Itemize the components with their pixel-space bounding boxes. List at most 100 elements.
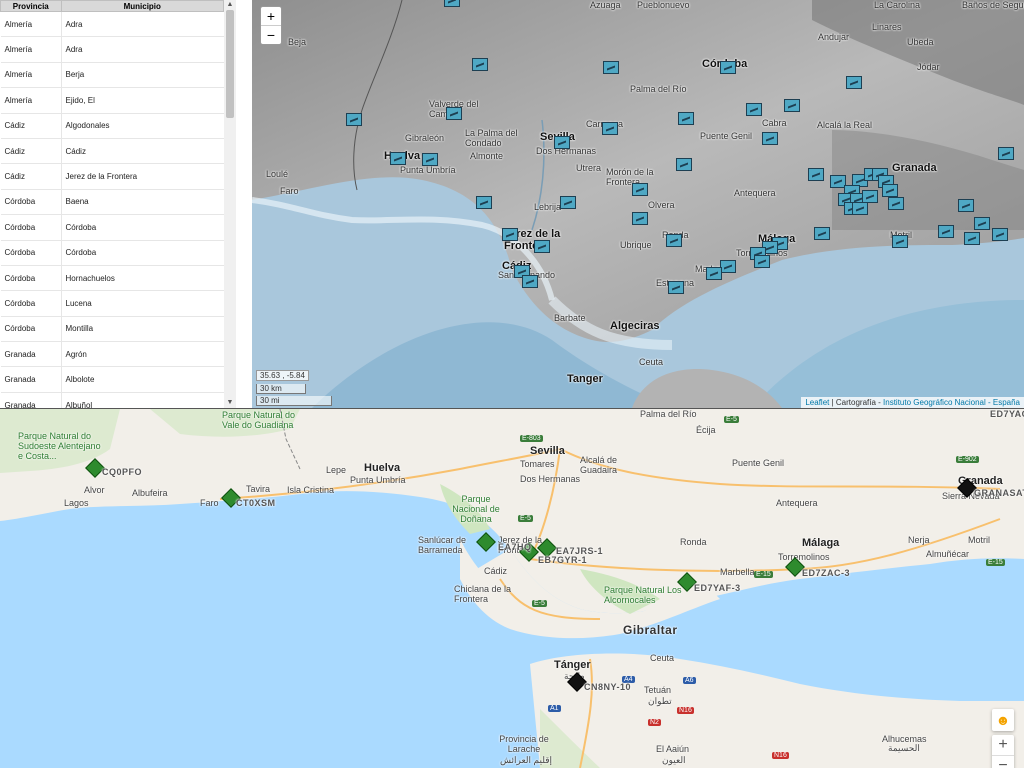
station-marker-icon[interactable]: [974, 217, 990, 230]
station-marker-icon[interactable]: [720, 61, 736, 74]
table-row[interactable]: Córdoba Hornachuelos: [0, 265, 224, 292]
station-marker-icon[interactable]: [602, 122, 618, 135]
callsign-eb7gyr[interactable]: EB7GYR-1: [538, 555, 587, 565]
station-marker-icon[interactable]: [892, 235, 908, 248]
station-marker-icon[interactable]: [666, 234, 682, 247]
label-lepe: Lepe: [326, 465, 347, 475]
map-label-banos-segura: Baños de Segura: [962, 0, 1024, 10]
station-marker-icon[interactable]: [784, 99, 800, 112]
scroll-down-arrow-icon[interactable]: ▼: [224, 398, 236, 408]
station-marker-icon[interactable]: [472, 58, 488, 71]
station-marker-icon[interactable]: [476, 196, 492, 209]
station-marker-icon[interactable]: [446, 107, 462, 120]
station-marker-icon[interactable]: [958, 199, 974, 212]
map-label-puente-genil: Puente Genil: [700, 131, 753, 141]
station-marker-icon[interactable]: [422, 153, 438, 166]
callsign-ed7yaf[interactable]: ED7YAF-3: [694, 583, 741, 593]
table-row[interactable]: Córdoba Lucena: [0, 290, 224, 317]
station-marker-icon[interactable]: [938, 225, 954, 238]
cell-provincia: Almería: [0, 62, 62, 89]
station-marker-icon[interactable]: [632, 183, 648, 196]
label-huelva: Huelva: [364, 462, 401, 474]
map-label-ubeda: Ubeda: [907, 37, 934, 47]
table-row[interactable]: Almería Adra: [0, 11, 224, 38]
table-row[interactable]: Granada Agrón: [0, 341, 224, 368]
station-marker-icon[interactable]: [603, 61, 619, 74]
station-marker-icon[interactable]: [676, 158, 692, 171]
cell-provincia: Córdoba: [0, 214, 62, 241]
callsign-ea7hq[interactable]: EA7HQ: [498, 542, 532, 552]
zoom-in-button[interactable]: +: [261, 7, 281, 25]
callsign-ed7yag[interactable]: ED7YAG: [990, 409, 1024, 419]
label-pn-alcornocales: Parque Natural Los Alcornocales: [604, 585, 682, 605]
map-label-palma-rio: Palma del Río: [630, 84, 687, 94]
station-marker-icon[interactable]: [852, 202, 868, 215]
station-marker-icon[interactable]: [762, 132, 778, 145]
station-marker-icon[interactable]: [560, 196, 576, 209]
station-marker-icon[interactable]: [554, 136, 570, 149]
label-alvor: Alvor: [84, 485, 105, 495]
map-label-punta-umbria: Punta Umbría: [400, 165, 456, 175]
station-marker-icon[interactable]: [754, 255, 770, 268]
station-marker-icon[interactable]: [678, 112, 694, 125]
table-row[interactable]: Córdoba Montilla: [0, 316, 224, 343]
map-label-azuaga: Azuaga: [590, 0, 621, 10]
callsign-cq0pfo[interactable]: CQ0PFO: [102, 467, 142, 477]
station-marker-icon[interactable]: [998, 147, 1014, 160]
callsign-ct0xsm[interactable]: CT0XSM: [236, 498, 276, 508]
station-marker-icon[interactable]: [390, 152, 406, 165]
table-row[interactable]: Granada Albolote: [0, 366, 224, 393]
table-row[interactable]: Almería Adra: [0, 36, 224, 63]
scroll-up-arrow-icon[interactable]: ▲: [224, 0, 236, 10]
table-row[interactable]: Almería Berja: [0, 62, 224, 89]
aprs-map[interactable]: Parque Natural do Sudoeste Alentejano e …: [0, 409, 1024, 768]
callsign-granasat[interactable]: GRANASAT: [974, 488, 1024, 498]
scroll-thumb[interactable]: [226, 10, 234, 118]
table-scrollbar[interactable]: ▲ ▼: [224, 0, 236, 408]
ign-link[interactable]: Instituto Geográfico Nacional - España: [883, 398, 1020, 407]
table-row[interactable]: Córdoba Córdoba: [0, 240, 224, 266]
label-ronda: Ronda: [680, 537, 707, 547]
street-view-pegman-icon[interactable]: ☻: [992, 709, 1014, 731]
station-marker-icon[interactable]: [888, 197, 904, 210]
label-el-aaiun: El Aaiún: [656, 744, 690, 754]
table-row[interactable]: Córdoba Córdoba: [0, 214, 224, 241]
table-row[interactable]: Cádiz Jerez de la Frontera: [0, 163, 224, 190]
leaflet-link[interactable]: Leaflet: [805, 398, 829, 407]
callsign-cn8ny[interactable]: CN8NY-10: [584, 682, 631, 692]
column-header-provincia[interactable]: Provincia: [0, 0, 62, 12]
station-marker-icon[interactable]: [814, 227, 830, 240]
map-label-pueblonuevo: Pueblonuevo: [637, 0, 690, 10]
station-marker-icon[interactable]: [720, 260, 736, 273]
cell-municipio: Baena: [61, 189, 224, 216]
table-row[interactable]: Cádiz Algodonales: [0, 113, 224, 139]
station-marker-icon[interactable]: [706, 267, 722, 280]
table-row[interactable]: Granada Albuñol: [0, 392, 224, 408]
google-zoom-out-button[interactable]: −: [992, 755, 1014, 768]
map-label-granada: Granada: [892, 162, 937, 174]
station-marker-icon[interactable]: [534, 240, 550, 253]
station-marker-icon[interactable]: [522, 275, 538, 288]
station-marker-icon[interactable]: [444, 0, 460, 7]
station-marker-icon[interactable]: [346, 113, 362, 126]
callsign-ed7zac[interactable]: ED7ZAC-3: [802, 568, 850, 578]
station-marker-icon[interactable]: [502, 228, 518, 241]
map-zoom-control: + −: [260, 6, 282, 45]
table-row[interactable]: Córdoba Baena: [0, 189, 224, 216]
station-marker-icon[interactable]: [668, 281, 684, 294]
station-marker-icon[interactable]: [964, 232, 980, 245]
leaflet-map[interactable]: Azuaga Pueblonuevo Andujar Linares La Ca…: [252, 0, 1024, 408]
station-marker-icon[interactable]: [992, 228, 1008, 241]
station-marker-icon[interactable]: [882, 184, 898, 197]
cell-municipio: Agrón: [61, 341, 224, 368]
column-header-municipio[interactable]: Municipio: [60, 0, 224, 12]
station-marker-icon[interactable]: [808, 168, 824, 181]
cell-provincia: Córdoba: [0, 189, 62, 216]
table-row[interactable]: Almería Ejido, El: [0, 87, 224, 114]
station-marker-icon[interactable]: [846, 76, 862, 89]
table-row[interactable]: Cádiz Cádiz: [0, 138, 224, 165]
station-marker-icon[interactable]: [632, 212, 648, 225]
zoom-out-button[interactable]: −: [261, 25, 281, 44]
google-zoom-in-button[interactable]: +: [992, 735, 1014, 755]
station-marker-icon[interactable]: [746, 103, 762, 116]
